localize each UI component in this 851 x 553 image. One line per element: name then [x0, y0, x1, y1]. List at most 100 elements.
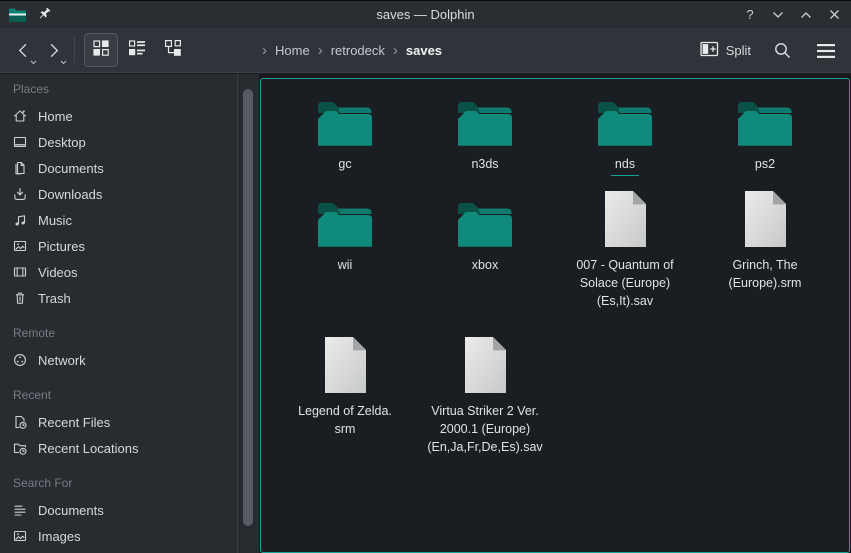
breadcrumb-separator-icon: ›: [262, 43, 267, 58]
sidebar-item-label: Images: [38, 529, 81, 544]
item-label: gc: [338, 155, 351, 173]
file-icon: [742, 190, 788, 248]
file-item-grinch-the-europe-srm[interactable]: Grinch, The(Europe).srm: [695, 190, 835, 310]
window-title: saves — Dolphin: [0, 7, 851, 22]
sidebar-item-network[interactable]: Network: [0, 347, 259, 373]
item-label: Virtua Striker 2 Ver.2000.1 (Europe)(En,…: [427, 402, 542, 456]
sidebar-item-music[interactable]: Music: [0, 207, 259, 233]
grid-row: Legend of Zelda.srm Virtua Striker 2 Ver…: [275, 336, 849, 456]
sidebar-scrollbar-thumb[interactable]: [243, 89, 253, 526]
sidebar-item-images[interactable]: Images: [0, 523, 259, 549]
dolphin-window: saves — Dolphin ?: [0, 0, 851, 553]
breadcrumb-separator-icon: ›: [318, 43, 323, 58]
back-button[interactable]: [8, 33, 38, 67]
breadcrumb-separator-icon: ›: [393, 43, 398, 58]
file-item-virtua-striker-2-ver-2000-1-europe-en-ja-fr-de-es-sav[interactable]: Virtua Striker 2 Ver.2000.1 (Europe)(En,…: [415, 336, 555, 456]
places-panel: Places Home Desktop Documents Downloads Music…: [0, 74, 259, 553]
sidebar-item-home[interactable]: Home: [0, 103, 259, 129]
content-area: Places Home Desktop Documents Downloads Music…: [0, 74, 851, 553]
sidebar-item-documents[interactable]: Documents: [0, 497, 259, 523]
file-item-007-quantum-of-solace-europe-es-it-sav[interactable]: 007 - Quantum ofSolace (Europe)(Es,It).s…: [555, 190, 695, 310]
sidebar-scrollbar-track[interactable]: [237, 74, 238, 553]
folder-item-xbox[interactable]: xbox: [415, 190, 555, 310]
sidebar-sections: Places Home Desktop Documents Downloads Music…: [0, 74, 259, 553]
compact-view-icon: [127, 38, 147, 63]
home-icon: [12, 108, 28, 124]
pictures-icon: [12, 238, 28, 254]
folder-item-wii[interactable]: wii: [275, 190, 415, 310]
sidebar-section-title: Places: [0, 74, 259, 103]
sidebar-item-label: Recent Files: [38, 415, 110, 430]
grid-row: gc n3ds nds ps2: [275, 95, 849, 176]
help-button[interactable]: ?: [739, 4, 761, 26]
minimize-button[interactable]: [767, 4, 789, 26]
toolbar-separator: [74, 37, 75, 63]
folder-view[interactable]: gc n3ds nds ps2 wii xbox 007 - Quantum o…: [260, 78, 850, 553]
sidebar-item-trash[interactable]: Trash: [0, 285, 259, 311]
breadcrumb-item-retrodeck[interactable]: retrodeck: [331, 43, 385, 58]
sidebar-item-label: Pictures: [38, 239, 85, 254]
folder-item-n3ds[interactable]: n3ds: [415, 95, 555, 176]
back-dropdown-icon[interactable]: [30, 60, 37, 65]
close-button[interactable]: [823, 4, 845, 26]
file-icon: [322, 336, 368, 394]
titlebar: saves — Dolphin ?: [0, 1, 851, 28]
forward-dropdown-icon[interactable]: [60, 60, 67, 65]
sidebar-item-recent-files[interactable]: Recent Files: [0, 409, 259, 435]
item-label: Grinch, The(Europe).srm: [729, 256, 802, 292]
folder-item-ps2[interactable]: ps2: [695, 95, 835, 176]
sidebar-item-label: Downloads: [38, 187, 102, 202]
search-images-icon: [12, 528, 28, 544]
folder-icon: [317, 95, 373, 147]
forward-button[interactable]: [38, 33, 68, 67]
folder-icon: [457, 95, 513, 147]
item-label: n3ds: [471, 155, 498, 173]
icons-view-button[interactable]: [84, 33, 118, 67]
folder-icon: [597, 95, 653, 147]
sidebar-item-recent-locations[interactable]: Recent Locations: [0, 435, 259, 461]
maximize-button[interactable]: [795, 4, 817, 26]
network-icon: [12, 352, 28, 368]
split-button[interactable]: Split: [698, 37, 753, 64]
search-button[interactable]: [767, 36, 797, 66]
window-controls: ?: [739, 1, 845, 28]
file-icon: [602, 190, 648, 248]
item-label: nds: [611, 155, 639, 176]
sidebar-item-videos[interactable]: Videos: [0, 259, 259, 285]
sidebar-item-documents[interactable]: Documents: [0, 155, 259, 181]
sidebar-item-downloads[interactable]: Downloads: [0, 181, 259, 207]
item-label: 007 - Quantum ofSolace (Europe)(Es,It).s…: [576, 256, 673, 310]
tree-view-button[interactable]: [156, 33, 190, 67]
recent-locations-icon: [12, 440, 28, 456]
sidebar-item-label: Desktop: [38, 135, 86, 150]
breadcrumb: › Home › retrodeck › saves: [262, 28, 442, 73]
split-icon: [700, 41, 719, 60]
dolphin-app-icon: [8, 7, 27, 23]
compact-view-button[interactable]: [120, 33, 154, 67]
file-icon: [462, 336, 508, 394]
toolbar: › Home › retrodeck › saves Split: [0, 28, 851, 73]
trash-icon: [12, 290, 28, 306]
sidebar-section-title: Remote: [0, 318, 259, 347]
file-item-legend-of-zelda-srm[interactable]: Legend of Zelda.srm: [275, 336, 415, 456]
desktop-icon: [12, 134, 28, 150]
item-label: ps2: [755, 155, 775, 173]
breadcrumb-item-saves[interactable]: saves: [406, 43, 442, 58]
file-grid: gc n3ds nds ps2 wii xbox 007 - Quantum o…: [261, 95, 849, 456]
folder-icon: [737, 95, 793, 147]
split-label: Split: [726, 43, 751, 58]
tree-view-icon: [163, 38, 183, 63]
folder-item-nds[interactable]: nds: [555, 95, 695, 176]
sidebar-section-title: Search For: [0, 468, 259, 497]
breadcrumb-item-home[interactable]: Home: [275, 43, 310, 58]
documents-icon: [12, 160, 28, 176]
sidebar-item-pictures[interactable]: Pictures: [0, 233, 259, 259]
hamburger-menu-button[interactable]: [811, 36, 841, 66]
sidebar-item-audio[interactable]: Audio: [0, 549, 259, 553]
folder-item-gc[interactable]: gc: [275, 95, 415, 176]
folder-icon: [317, 190, 373, 248]
sidebar-item-desktop[interactable]: Desktop: [0, 129, 259, 155]
sidebar-item-label: Network: [38, 353, 86, 368]
sidebar-item-label: Home: [38, 109, 73, 124]
pin-icon[interactable]: [37, 7, 52, 22]
